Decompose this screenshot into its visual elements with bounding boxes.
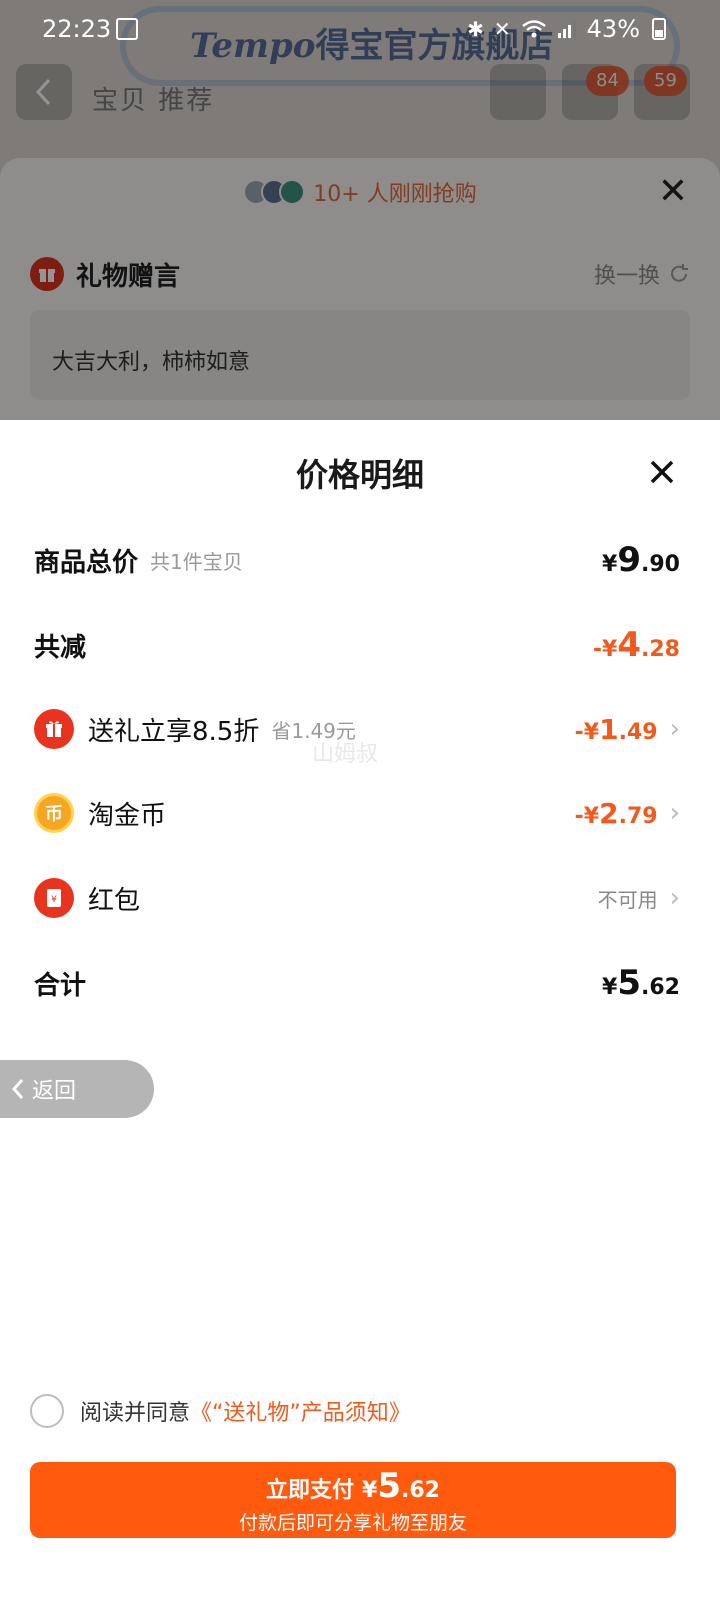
agreement-text: 阅读并同意 xyxy=(80,1401,191,1426)
chevron-right-icon: › xyxy=(669,883,680,913)
pay-currency: ¥ xyxy=(362,1477,378,1503)
dim-overlay[interactable] xyxy=(0,0,720,420)
back-button[interactable]: 返回 xyxy=(0,1060,154,1118)
bluetooth-icon: ✱ xyxy=(467,17,484,41)
coin-icon: 币 xyxy=(34,793,74,833)
total-price-value: ¥9.90 xyxy=(602,540,680,580)
battery-percent: 43% xyxy=(586,15,640,43)
discount-total-label: 共减 xyxy=(34,632,87,663)
taojinbi-value: -¥2.79 xyxy=(574,796,658,830)
taojinbi-label: 淘金币 xyxy=(88,800,167,831)
mute-icon: ✕ xyxy=(493,17,511,41)
signal-icon xyxy=(557,21,576,38)
gift-discount-label: 送礼立享8.5折 xyxy=(88,716,260,747)
wifi-icon xyxy=(521,20,546,38)
total-price-row: 商品总价 共1件宝贝 ¥9.90 xyxy=(34,535,680,585)
red-packet-label: 红包 xyxy=(88,885,141,916)
total-price-label: 商品总价 xyxy=(34,547,139,578)
status-indicators: ✱ ✕ 43% xyxy=(467,15,666,43)
pay-amount-dec: .62 xyxy=(401,1477,440,1503)
close-icon[interactable] xyxy=(644,454,680,490)
discount-total-value: -¥4.28 xyxy=(592,625,680,665)
sheet-title: 价格明细 xyxy=(295,456,424,494)
pay-button-subtitle: 付款后即可分享礼物至朋友 xyxy=(238,1511,467,1534)
svg-text:¥: ¥ xyxy=(51,895,57,905)
item-count: 共1件宝贝 xyxy=(150,549,243,574)
sum-value: ¥5.62 xyxy=(602,963,680,1003)
chevron-right-icon: › xyxy=(669,714,680,744)
agreement-row: 阅读并同意 《“送礼物”产品须知》 xyxy=(30,1394,411,1428)
pay-button-main: 立即支付 ¥ 5 .62 xyxy=(266,1466,440,1506)
chevron-right-icon: › xyxy=(669,798,680,828)
status-bar: 22:23 ✱ ✕ 43% xyxy=(0,0,720,60)
status-time: 22:23 xyxy=(42,15,112,43)
sum-label: 合计 xyxy=(34,970,87,1001)
red-packet-row[interactable]: ¥ 红包 不可用 › xyxy=(34,873,680,923)
red-packet-status: 不可用 xyxy=(597,887,658,912)
agreement-link[interactable]: 《“送礼物”产品须知》 xyxy=(190,1395,411,1427)
watermark: 山姆叔 xyxy=(312,742,379,767)
battery-icon xyxy=(652,18,666,40)
back-button-label: 返回 xyxy=(32,1079,77,1104)
chevron-left-icon xyxy=(11,1079,24,1099)
pay-now-button[interactable]: 立即支付 ¥ 5 .62 付款后即可分享礼物至朋友 xyxy=(30,1462,676,1538)
gift-discount-value: -¥1.49 xyxy=(574,712,658,746)
taojinbi-row[interactable]: 币 淘金币 -¥2.79 › xyxy=(34,788,680,838)
pay-amount-int: 5 xyxy=(377,1465,401,1506)
photo-notification-icon xyxy=(116,18,138,40)
pay-button-label: 立即支付 xyxy=(266,1477,355,1503)
gift-icon xyxy=(34,709,74,749)
sum-row: 合计 ¥5.62 xyxy=(34,958,680,1008)
agree-checkbox[interactable] xyxy=(30,1394,64,1428)
red-packet-icon: ¥ xyxy=(34,878,74,918)
discount-total-row: 共减 -¥4.28 xyxy=(34,620,680,670)
